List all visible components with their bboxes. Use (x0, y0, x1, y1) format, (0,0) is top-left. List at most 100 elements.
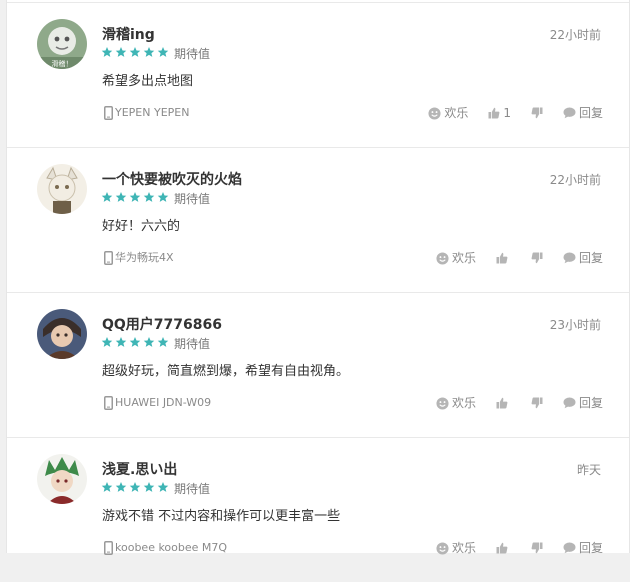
phone-icon (104, 106, 113, 120)
thumbs-up-icon (496, 397, 508, 409)
review-actions: 欢乐 回复 (436, 395, 603, 411)
reply-label: 回复 (578, 541, 603, 555)
thumbs-down-icon (531, 107, 543, 119)
device-info: 华为畅玩4X (104, 250, 174, 266)
like-button[interactable] (496, 542, 511, 554)
reply-button[interactable]: 回复 (563, 105, 603, 121)
reply-button[interactable]: 回复 (563, 395, 603, 411)
device-info: HUAWEI JDN-W09 (104, 395, 211, 411)
chat-bubble-icon (563, 542, 576, 554)
device-name: YEPEN YEPEN (115, 106, 190, 119)
review-content: 好好！六六的 (102, 219, 181, 234)
reply-label: 回复 (578, 396, 603, 410)
like-count: 1 (503, 106, 511, 120)
like-button[interactable]: 1 (488, 105, 511, 121)
device-info: YEPEN YEPEN (104, 105, 189, 121)
smile-icon (436, 251, 449, 265)
thumbs-down-icon (531, 252, 543, 264)
username[interactable]: QQ用户7776866 (102, 316, 222, 334)
avatar[interactable]: 滑稽！ (37, 19, 87, 69)
fun-button[interactable]: 欢乐 (436, 250, 476, 266)
star-icon (115, 47, 127, 57)
star-icon (143, 47, 155, 57)
thumbs-up-icon (496, 252, 508, 264)
review-time: 昨天 (576, 463, 601, 477)
review-actions: 欢乐 回复 (436, 540, 603, 556)
fun-label: 欢乐 (444, 106, 469, 120)
fun-label: 欢乐 (451, 541, 476, 555)
phone-icon (104, 251, 113, 265)
review-list: 滑稽！ 滑稽ing 22小时前 期待值 希望多出点地图 YEPEN YEPEN … (6, 0, 630, 555)
device-name: HUAWEI JDN-W09 (115, 396, 212, 409)
star-icon (157, 47, 169, 57)
star-icon (143, 192, 155, 202)
device-info: koobee koobee M7Q (104, 540, 227, 556)
review-time: 22小时前 (549, 28, 601, 42)
fun-button[interactable]: 欢乐 (428, 105, 468, 121)
star-rating (101, 336, 169, 350)
star-rating (101, 46, 169, 60)
dislike-button[interactable] (531, 252, 543, 264)
username[interactable]: 滑稽ing (102, 26, 155, 44)
chat-bubble-icon (563, 397, 576, 409)
chat-bubble-icon (563, 107, 576, 119)
star-icon (115, 192, 127, 202)
reply-label: 回复 (578, 106, 603, 120)
star-rating (101, 481, 169, 495)
reply-label: 回复 (578, 251, 603, 265)
rating-label: 期待值 (174, 482, 211, 496)
star-icon (157, 337, 169, 347)
avatar[interactable] (37, 309, 87, 359)
smile-icon (428, 106, 441, 120)
fun-label: 欢乐 (451, 396, 476, 410)
username[interactable]: 浅夏.思い出 (102, 461, 177, 479)
review-actions: 欢乐 回复 (436, 250, 603, 266)
star-icon (129, 482, 141, 492)
rating-label: 期待值 (174, 192, 211, 206)
phone-icon (104, 396, 113, 410)
thumbs-up-icon (496, 542, 508, 554)
username[interactable]: 一个快要被吹灭的火焰 (102, 171, 242, 189)
review-content: 超级好玩，简直燃到爆，希望有自由视角。 (102, 364, 350, 379)
review-time: 22小时前 (549, 173, 601, 187)
fun-button[interactable]: 欢乐 (436, 540, 476, 556)
star-icon (129, 47, 141, 57)
star-icon (143, 337, 155, 347)
star-icon (101, 337, 113, 347)
like-button[interactable] (496, 252, 511, 264)
review-item: QQ用户7776866 23小时前 期待值 超级好玩，简直燃到爆，希望有自由视角… (7, 292, 629, 437)
thumbs-down-icon (531, 397, 543, 409)
review-item: 浅夏.思い出 昨天 期待值 游戏不错 不过内容和操作可以更丰富一些 koobee… (7, 437, 629, 582)
avatar-caption: 滑稽！ (52, 59, 73, 68)
rating-label: 期待值 (174, 337, 211, 351)
device-name: koobee koobee M7Q (115, 541, 228, 554)
rating-label: 期待值 (174, 47, 211, 61)
reply-button[interactable]: 回复 (563, 540, 603, 556)
dislike-button[interactable] (531, 542, 543, 554)
star-icon (143, 482, 155, 492)
review-content: 希望多出点地图 (102, 74, 194, 89)
chat-bubble-icon (563, 252, 576, 264)
review-item: 滑稽！ 滑稽ing 22小时前 期待值 希望多出点地图 YEPEN YEPEN … (7, 2, 629, 147)
star-icon (115, 482, 127, 492)
star-icon (129, 192, 141, 202)
star-icon (157, 482, 169, 492)
star-icon (115, 337, 127, 347)
avatar[interactable] (37, 164, 87, 214)
like-button[interactable] (496, 397, 511, 409)
thumbs-up-icon (488, 107, 500, 119)
fun-button[interactable]: 欢乐 (436, 395, 476, 411)
review-time: 23小时前 (549, 318, 601, 332)
dislike-button[interactable] (531, 397, 543, 409)
star-icon (129, 337, 141, 347)
review-actions: 欢乐 1 回复 (428, 105, 603, 121)
star-icon (101, 192, 113, 202)
review-item: 一个快要被吹灭的火焰 22小时前 期待值 好好！六六的 华为畅玩4X 欢乐 回复 (7, 147, 629, 292)
reply-button[interactable]: 回复 (563, 250, 603, 266)
avatar[interactable] (37, 454, 87, 504)
star-icon (157, 192, 169, 202)
smile-icon (436, 396, 449, 410)
dislike-button[interactable] (531, 107, 543, 119)
star-icon (101, 482, 113, 492)
thumbs-down-icon (531, 542, 543, 554)
